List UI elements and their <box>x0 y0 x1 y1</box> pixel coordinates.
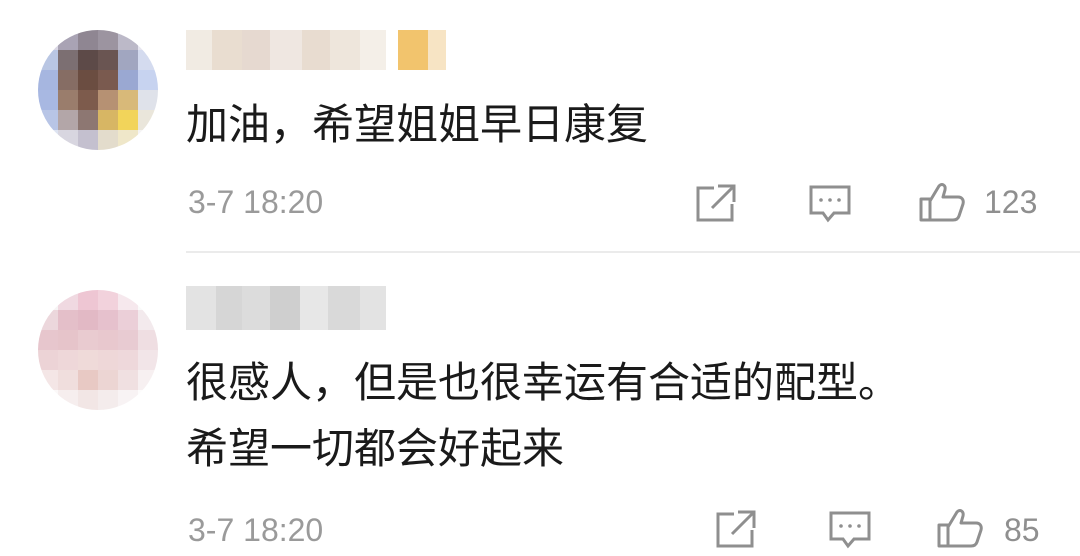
comment-text: 加油，希望姐姐早日康复 <box>186 100 649 149</box>
thumbs-up-icon[interactable] <box>936 506 984 550</box>
comment-timestamp: 3-7 18:20 <box>188 512 324 548</box>
username-redacted[interactable] <box>186 30 446 70</box>
thumbs-up-icon[interactable] <box>918 180 966 224</box>
like-count: 123 <box>984 184 1038 220</box>
username-redacted[interactable] <box>186 286 386 330</box>
comment-text: 很感人，但是也很幸运有合适的配型。 希望一切都会好起来 <box>186 350 900 482</box>
avatar[interactable] <box>38 290 158 410</box>
avatar[interactable] <box>38 30 158 150</box>
comment-timestamp: 3-7 18:20 <box>188 184 324 220</box>
share-icon[interactable] <box>712 508 760 552</box>
comment-text-line: 希望一切都会好起来 <box>186 424 565 473</box>
like-count: 85 <box>1004 512 1040 548</box>
divider <box>186 251 1080 253</box>
comment-item: 加油，希望姐姐早日康复 3-7 18:20 123 <box>0 0 1080 252</box>
share-icon[interactable] <box>692 182 740 226</box>
comment-text-line: 很感人，但是也很幸运有合适的配型。 <box>186 358 901 407</box>
comment-icon[interactable] <box>826 508 874 552</box>
comment-icon[interactable] <box>806 182 854 226</box>
